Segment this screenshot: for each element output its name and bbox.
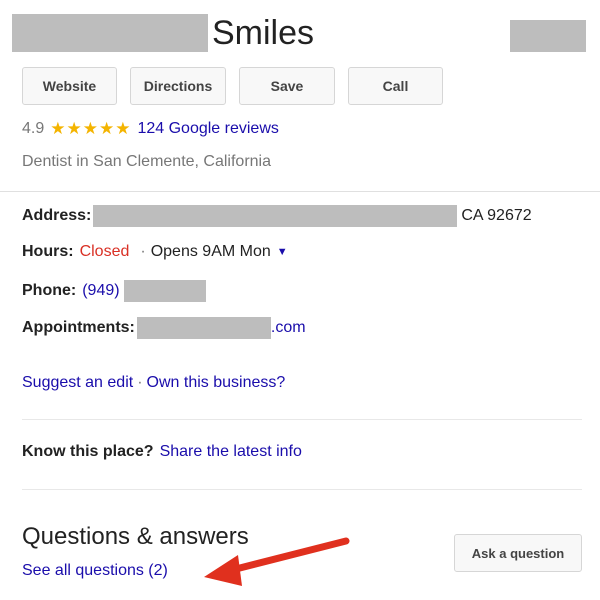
reviews-link[interactable]: 124 Google reviews (137, 120, 278, 138)
phone-row: Phone: (949) (22, 280, 206, 302)
see-all-questions-link[interactable]: See all questions (2) (22, 562, 168, 580)
chevron-down-icon[interactable]: ▼ (277, 246, 288, 258)
hours-separator: · (140, 243, 146, 260)
appointments-link-tail[interactable]: .com (271, 319, 306, 337)
business-category: Dentist in San Clemente, California (22, 153, 272, 170)
divider (22, 419, 582, 420)
hours-status: Closed (79, 243, 130, 260)
save-button[interactable]: Save (239, 67, 335, 105)
share-info-link[interactable]: Share the latest info (160, 443, 302, 461)
redacted-name-block (12, 14, 208, 52)
star-rating-icon: ★★★★★ (50, 119, 132, 138)
own-business-link[interactable]: Own this business? (147, 374, 286, 392)
redacted-appointments-url (136, 317, 271, 339)
phone-area-code[interactable]: (949) (82, 282, 119, 300)
edit-links-row: Suggest an edit · Own this business? (22, 374, 285, 392)
rating-score: 4.9 (22, 120, 45, 137)
edit-links-separator: · (137, 374, 143, 391)
redacted-header-block (510, 20, 586, 52)
business-title: Smiles (212, 14, 315, 52)
rating-row: 4.9 ★★★★★ 124 Google reviews (22, 119, 279, 139)
directions-button[interactable]: Directions (130, 67, 226, 105)
address-label: Address: (22, 207, 92, 224)
know-place-prompt: Know this place? (22, 443, 154, 460)
phone-label: Phone: (22, 282, 77, 299)
redacted-phone (123, 280, 206, 302)
appointments-row: Appointments: .com (22, 317, 306, 339)
divider (0, 191, 600, 192)
address-row: Address: CA 92672 (22, 205, 532, 227)
know-place-row: Know this place? Share the latest info (22, 443, 302, 461)
ask-question-button[interactable]: Ask a question (454, 534, 582, 572)
hours-row: Hours: Closed · Opens 9AM Mon ▼ (22, 243, 288, 261)
call-button[interactable]: Call (348, 67, 443, 105)
address-zip: CA 92672 (461, 207, 532, 224)
website-button[interactable]: Website (22, 67, 117, 105)
redacted-address (93, 205, 458, 227)
hours-next-open[interactable]: Opens 9AM Mon (151, 243, 271, 261)
suggest-edit-link[interactable]: Suggest an edit (22, 374, 133, 392)
qa-heading: Questions & answers (22, 523, 249, 550)
appointments-label: Appointments: (22, 319, 135, 336)
divider (22, 489, 582, 490)
hours-label: Hours: (22, 243, 74, 260)
